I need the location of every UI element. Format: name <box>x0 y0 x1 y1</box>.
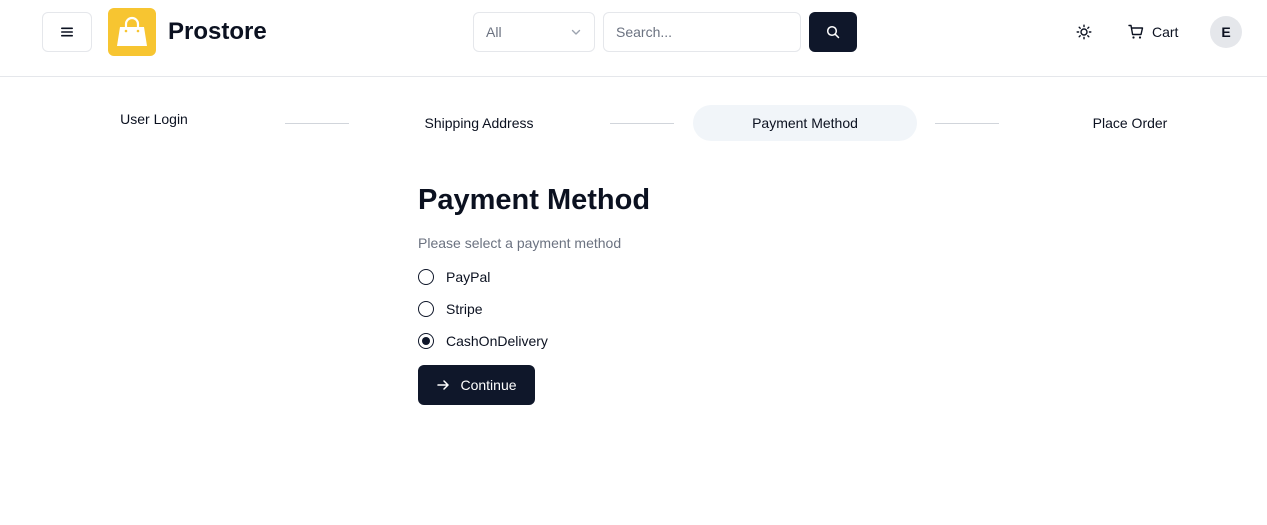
payment-option-label: PayPal <box>446 269 491 285</box>
brand-name[interactable]: Prostore <box>168 17 267 47</box>
radio-button-selected[interactable] <box>418 333 434 349</box>
chevron-down-icon <box>571 29 581 35</box>
user-avatar[interactable]: E <box>1210 16 1242 48</box>
category-select[interactable]: All <box>473 12 595 52</box>
step-payment-method: Payment Method <box>693 105 917 141</box>
payment-option-paypal[interactable]: PayPal <box>418 266 490 288</box>
step-label: Shipping Address <box>424 115 534 131</box>
search-button[interactable] <box>809 12 857 52</box>
step-shipping-address: Shipping Address <box>367 105 591 141</box>
category-select-value: All <box>486 24 502 40</box>
continue-button[interactable]: Continue <box>418 365 535 405</box>
step-label: Place Order <box>1092 115 1168 131</box>
payment-option-stripe[interactable]: Stripe <box>418 298 483 320</box>
step-label: User Login <box>120 111 188 127</box>
radio-button[interactable] <box>418 269 434 285</box>
site-header: Prostore All Cart <box>0 0 1267 77</box>
sun-icon <box>1076 24 1092 40</box>
radio-dot <box>422 337 430 345</box>
continue-label: Continue <box>460 377 517 393</box>
arrow-right-icon <box>437 380 450 390</box>
theme-toggle-button[interactable] <box>1068 16 1100 48</box>
step-label: Payment Method <box>752 115 858 131</box>
step-connector <box>285 123 349 124</box>
radio-button[interactable] <box>418 301 434 317</box>
logo[interactable] <box>108 8 156 56</box>
page-subtitle: Please select a payment method <box>418 235 622 251</box>
search-icon <box>826 25 840 39</box>
shopping-bag-icon <box>117 16 147 46</box>
shopping-cart-icon <box>1128 24 1144 39</box>
cart-link[interactable]: Cart <box>1122 16 1184 48</box>
payment-option-label: Stripe <box>446 301 483 317</box>
page-title: Payment Method <box>418 184 651 216</box>
payment-option-cash-on-delivery[interactable]: CashOnDelivery <box>418 330 548 352</box>
payment-option-label: CashOnDelivery <box>446 333 548 349</box>
step-place-order: Place Order <box>1018 105 1242 141</box>
search-input[interactable] <box>603 12 801 52</box>
menu-button[interactable] <box>42 12 92 52</box>
step-user-login: User Login <box>42 101 266 137</box>
menu-icon <box>61 27 73 37</box>
step-connector <box>935 123 999 124</box>
step-connector <box>610 123 674 124</box>
cart-label: Cart <box>1152 24 1179 40</box>
